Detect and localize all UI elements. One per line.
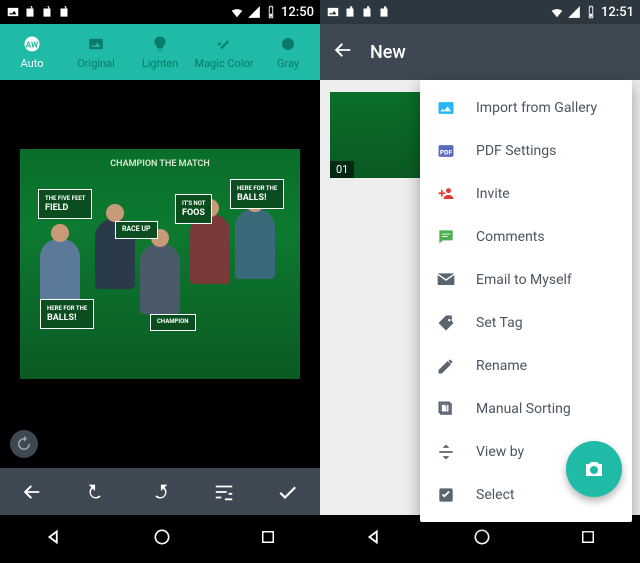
image-icon [86, 34, 106, 54]
menu-label: Email to Myself [476, 272, 572, 288]
shop-icon [377, 5, 391, 19]
menu-label: Import from Gallery [476, 100, 597, 116]
tag-icon [436, 313, 456, 333]
photo-sign: HERE FOR THEBALLS! [230, 179, 284, 209]
filter-label: Lighten [142, 57, 178, 70]
shop-icon [343, 5, 357, 19]
nav-home[interactable] [152, 527, 172, 551]
shop-icon [57, 5, 71, 19]
menu-label: Set Tag [476, 315, 523, 331]
signal-icon [247, 5, 261, 19]
photo-sign: RACE UP [115, 221, 158, 239]
menu-label: Comments [476, 229, 545, 245]
email-icon [436, 270, 456, 290]
filter-label: Original [77, 57, 115, 70]
phone-left: 12:50 AW Auto Original Lighten Magic Col… [0, 0, 320, 563]
menu-pdf-settings[interactable]: PDF PDF Settings [420, 129, 632, 172]
page-title: New [370, 42, 406, 63]
select-icon [436, 485, 456, 505]
bottom-toolbar [0, 468, 320, 515]
status-bar: 12:50 [0, 0, 320, 24]
menu-label: PDF Settings [476, 143, 556, 159]
filter-label: Magic Color [194, 57, 253, 70]
clock: 12:51 [601, 5, 634, 20]
filter-auto[interactable]: AW Auto [0, 34, 64, 70]
auto-icon: AW [22, 34, 42, 54]
clock: 12:50 [281, 5, 314, 20]
filter-label: Auto [21, 57, 44, 70]
photo-banner: CHAMPION THE MATCH [20, 159, 300, 169]
pdf-icon: PDF [436, 141, 456, 161]
menu-label: Invite [476, 186, 510, 202]
svg-text:AW: AW [26, 40, 39, 50]
back-button[interactable] [12, 472, 52, 512]
camera-icon [582, 457, 606, 481]
wifi-icon [550, 5, 564, 19]
sort-icon: 1 [436, 399, 456, 419]
page-badge: 01 [330, 161, 354, 178]
app-bar: New [320, 24, 640, 80]
photo-sign: IT'S NOTFOOS [175, 194, 212, 224]
magic-icon [214, 34, 234, 54]
gallery-icon [436, 98, 456, 118]
system-nav [0, 515, 320, 563]
back-button[interactable] [332, 39, 354, 65]
menu-email-myself[interactable]: Email to Myself [420, 258, 632, 301]
menu-comments[interactable]: Comments [420, 215, 632, 258]
menu-label: Manual Sorting [476, 401, 571, 417]
viewby-icon [436, 442, 456, 462]
svg-text:1: 1 [444, 403, 448, 412]
menu-label: Select [476, 487, 514, 503]
comment-icon [436, 227, 456, 247]
image-icon [6, 5, 20, 19]
nav-back[interactable] [43, 526, 65, 552]
photo-canvas[interactable]: CHAMPION THE MATCH THE FIVE FEETFIELD RA… [0, 80, 320, 468]
photo-sign: THE FIVE FEETFIELD [38, 189, 92, 219]
edit-icon [436, 356, 456, 376]
status-bar: 12:51 [320, 0, 640, 24]
shop-icon [360, 5, 374, 19]
menu-set-tag[interactable]: Set Tag [420, 301, 632, 344]
menu-label: View by [476, 444, 524, 460]
document-thumbnail[interactable]: 01 [330, 92, 426, 178]
system-nav [320, 515, 640, 563]
battery-icon [264, 5, 278, 19]
filter-magic-color[interactable]: Magic Color [192, 34, 256, 70]
bulb-icon [150, 34, 170, 54]
signal-icon [567, 5, 581, 19]
filter-lighten[interactable]: Lighten [128, 34, 192, 70]
menu-import-gallery[interactable]: Import from Gallery [420, 86, 632, 129]
document-body: 01 Import from Gallery PDF PDF Settings … [320, 80, 640, 515]
shop-icon [40, 5, 54, 19]
nav-back[interactable] [363, 526, 385, 552]
phone-right: 12:51 New 01 Import from Gallery PDF PDF… [320, 0, 640, 563]
tune-button[interactable] [204, 472, 244, 512]
svg-text:PDF: PDF [440, 148, 453, 156]
photo-sign: CHAMPION [150, 314, 196, 331]
nav-recent[interactable] [579, 528, 597, 550]
filter-bar: AW Auto Original Lighten Magic Color Gra… [0, 24, 320, 80]
shop-icon [23, 5, 37, 19]
filter-original[interactable]: Original [64, 34, 128, 70]
confirm-button[interactable] [268, 472, 308, 512]
nav-home[interactable] [472, 527, 492, 551]
filter-label: Gray [277, 57, 299, 70]
filter-gray[interactable]: Gray [256, 34, 320, 70]
image-icon [326, 5, 340, 19]
menu-manual-sorting[interactable]: 1 Manual Sorting [420, 387, 632, 430]
menu-label: Rename [476, 358, 527, 374]
photo: CHAMPION THE MATCH THE FIVE FEETFIELD RA… [20, 149, 300, 379]
photo-sign: HERE FOR THEBALLS! [40, 299, 94, 329]
rotate-left-button[interactable] [76, 472, 116, 512]
menu-rename[interactable]: Rename [420, 344, 632, 387]
camera-fab[interactable] [566, 441, 622, 497]
gray-icon [278, 34, 298, 54]
battery-icon [584, 5, 598, 19]
invite-icon [436, 184, 456, 204]
wifi-icon [230, 5, 244, 19]
rotate-right-button[interactable] [140, 472, 180, 512]
menu-invite[interactable]: Invite [420, 172, 632, 215]
nav-recent[interactable] [259, 528, 277, 550]
rotate-chip[interactable] [10, 430, 38, 458]
